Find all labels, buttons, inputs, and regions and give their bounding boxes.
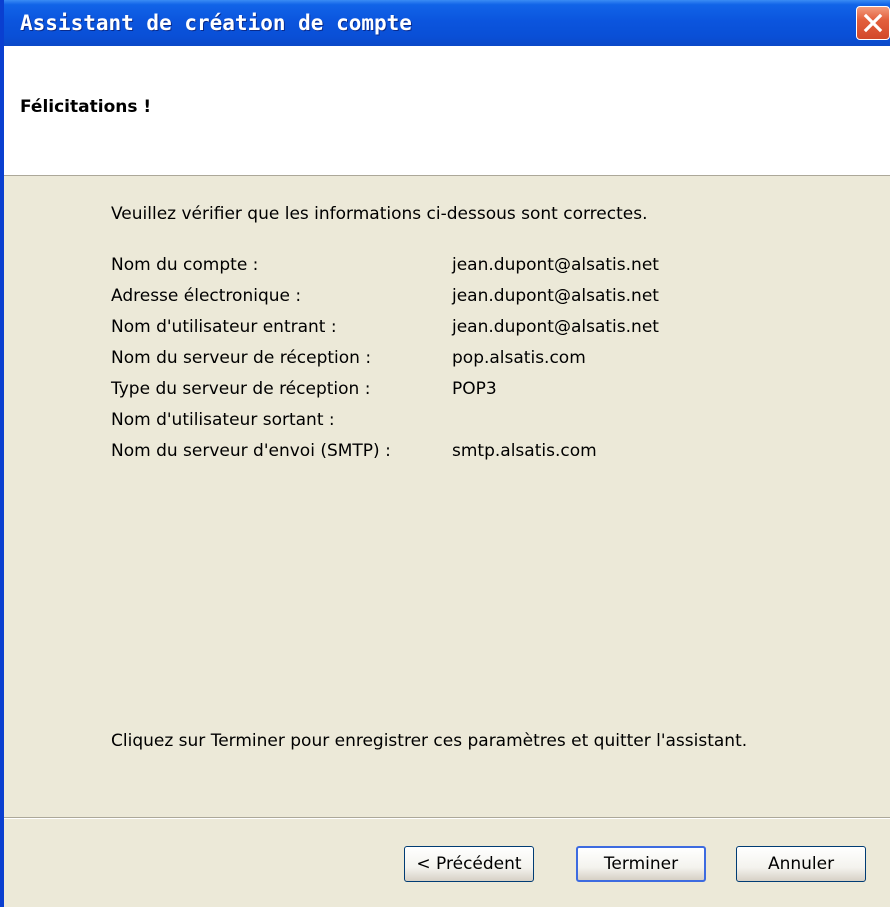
incoming-username-label: Nom d'utilisateur entrant : — [111, 317, 337, 337]
incoming-server-value: pop.alsatis.com — [452, 348, 586, 368]
page-title: Félicitations ! — [20, 97, 152, 117]
incoming-username-value: jean.dupont@alsatis.net — [452, 317, 659, 337]
finish-instructions: Cliquez sur Terminer pour enregistrer ce… — [111, 731, 748, 751]
incoming-server-type-value: POP3 — [452, 379, 497, 399]
intro-text: Veuillez vérifier que les informations c… — [111, 204, 648, 224]
account-wizard-window: Assistant de création de compte Félicita… — [0, 0, 890, 907]
smtp-server-label: Nom du serveur d'envoi (SMTP) : — [111, 441, 391, 461]
button-separator — [4, 817, 890, 819]
close-icon — [863, 13, 883, 33]
incoming-server-type-label: Type du serveur de réception : — [111, 379, 371, 399]
previous-button[interactable]: < Précédent — [404, 846, 534, 882]
summary-panel: Veuillez vérifier que les informations c… — [4, 176, 890, 818]
wizard-header: Félicitations ! — [4, 46, 890, 176]
cancel-button[interactable]: Annuler — [736, 846, 866, 882]
finish-button[interactable]: Terminer — [576, 846, 706, 882]
smtp-server-value: smtp.alsatis.com — [452, 441, 597, 461]
account-name-label: Nom du compte : — [111, 255, 259, 275]
window-title: Assistant de création de compte — [20, 11, 412, 35]
incoming-server-label: Nom du serveur de réception : — [111, 348, 372, 368]
close-button[interactable] — [856, 6, 890, 40]
email-address-value: jean.dupont@alsatis.net — [452, 286, 659, 306]
email-address-label: Adresse électronique : — [111, 286, 302, 306]
title-bar[interactable]: Assistant de création de compte — [4, 0, 890, 46]
outgoing-username-label: Nom d'utilisateur sortant : — [111, 410, 335, 430]
account-name-value: jean.dupont@alsatis.net — [452, 255, 659, 275]
